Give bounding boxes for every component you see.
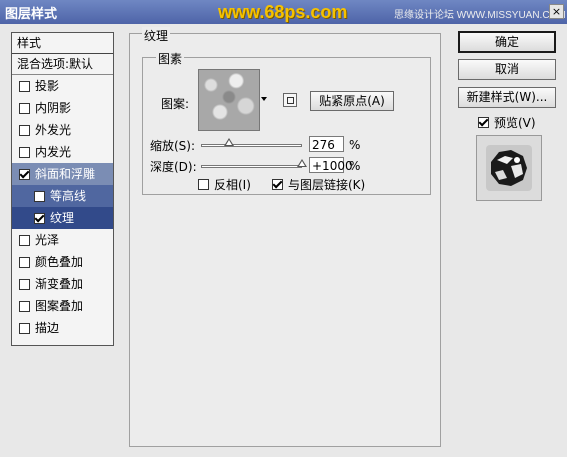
style-preview-thumbnail [476,135,542,201]
styles-sidebar: 样式 混合选项:默认 投影内阴影外发光内发光斜面和浮雕等高线纹理光泽颜色叠加渐变… [11,32,114,346]
pattern-dropdown-icon[interactable] [261,97,267,101]
new-preset-icon[interactable] [283,93,297,107]
depth-slider[interactable] [201,165,302,168]
sidebar-item-checkbox[interactable] [19,234,30,246]
sidebar-item-label: 外发光 [35,123,72,137]
sidebar-item-label: 等高线 [50,189,87,203]
preview-label: 预览(V) [494,116,536,130]
sidebar-item-1[interactable]: 内阴影 [12,97,113,119]
blend-options-item[interactable]: 混合选项:默认 [12,54,113,75]
invert-checkbox-row[interactable]: 反相(I) [198,176,251,193]
scale-input[interactable]: 276 [309,136,344,152]
cancel-button[interactable]: 取消 [458,59,556,80]
watermark-site: www.68ps.com [218,2,348,22]
scale-slider-thumb[interactable] [223,138,234,146]
sidebar-item-label: 图案叠加 [35,299,84,313]
depth-input[interactable]: +1000 [309,157,353,173]
sidebar-item-checkbox[interactable] [19,102,30,114]
ok-button[interactable]: 确定 [458,31,556,53]
title-bar: 图层样式 www.68ps.com 思缘设计论坛 WWW.MISSYUAN.CO… [0,0,567,24]
sidebar-item-label: 纹理 [50,211,75,225]
sidebar-item-checkbox[interactable] [34,190,45,202]
link-with-layer-label: 与图层链接(K) [288,178,366,192]
sidebar-item-8[interactable]: 颜色叠加 [12,251,113,273]
sidebar-item-label: 斜面和浮雕 [35,167,96,181]
scale-unit: % [349,138,361,152]
texture-group-title: 纹理 [142,27,171,44]
pattern-label: 图案: [161,97,190,111]
sidebar-item-10[interactable]: 图案叠加 [12,295,113,317]
close-button[interactable]: × [549,4,564,19]
sidebar-item-11[interactable]: 描边 [12,317,113,339]
invert-label: 反相(I) [214,178,251,192]
sidebar-item-9[interactable]: 渐变叠加 [12,273,113,295]
close-icon: × [551,5,562,18]
new-style-button[interactable]: 新建样式(W)... [458,87,556,108]
sidebar-item-checkbox[interactable] [19,80,30,92]
sidebar-item-6[interactable]: 纹理 [12,207,113,229]
depth-label: 深度(D): [150,160,197,174]
elements-group-title: 图素 [156,50,185,67]
sidebar-item-checkbox[interactable] [19,278,30,290]
sidebar-item-2[interactable]: 外发光 [12,119,113,141]
window-title: 图层样式 [5,7,58,22]
link-with-layer-checkbox[interactable] [272,179,283,190]
sidebar-item-checkbox[interactable] [19,146,30,158]
invert-checkbox[interactable] [198,179,209,190]
sidebar-item-4[interactable]: 斜面和浮雕 [12,163,113,185]
sidebar-item-checkbox[interactable] [34,212,45,224]
sidebar-item-label: 投影 [35,79,60,93]
sidebar-item-label: 光泽 [35,233,60,247]
depth-slider-thumb[interactable] [297,159,307,167]
preview-checkbox-row[interactable]: 预览(V) [478,114,536,131]
styles-header[interactable]: 样式 [12,33,113,54]
sidebar-item-5[interactable]: 等高线 [12,185,113,207]
depth-unit: % [349,159,361,173]
scale-label: 缩放(S): [150,139,196,153]
pattern-swatch[interactable] [198,69,260,131]
watermark-credit: 思缘设计论坛 WWW.MISSYUAN.COM [394,10,566,21]
sidebar-item-checkbox[interactable] [19,256,30,268]
sidebar-item-checkbox[interactable] [19,300,30,312]
sidebar-item-0[interactable]: 投影 [12,75,113,97]
snap-to-origin-button[interactable]: 贴紧原点(A) [310,91,394,111]
sidebar-item-checkbox[interactable] [19,168,30,180]
scale-slider[interactable] [201,144,302,147]
sidebar-item-3[interactable]: 内发光 [12,141,113,163]
sidebar-item-checkbox[interactable] [19,124,30,136]
preview-checkbox[interactable] [478,117,489,128]
sidebar-item-label: 内阴影 [35,101,72,115]
sidebar-item-checkbox[interactable] [19,322,30,334]
sidebar-item-label: 描边 [35,321,60,335]
sidebar-item-7[interactable]: 光泽 [12,229,113,251]
style-list: 投影内阴影外发光内发光斜面和浮雕等高线纹理光泽颜色叠加渐变叠加图案叠加描边 [12,75,113,339]
sidebar-item-label: 内发光 [35,145,72,159]
sidebar-item-label: 渐变叠加 [35,277,84,291]
link-checkbox-row[interactable]: 与图层链接(K) [272,176,365,193]
preview-image [486,145,532,191]
sidebar-item-label: 颜色叠加 [35,255,84,269]
